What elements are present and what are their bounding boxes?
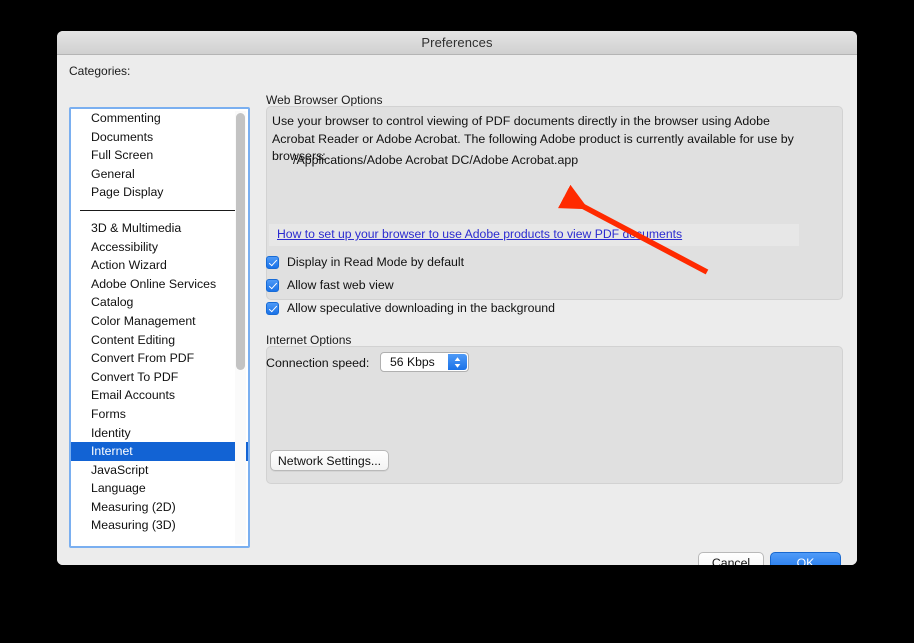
categories-listbox[interactable]: Commenting Documents Full Screen General Pag… xyxy=(69,107,250,548)
category-item-general[interactable]: General xyxy=(71,165,248,184)
category-item-commenting[interactable]: Commenting xyxy=(71,109,248,128)
network-settings-button[interactable]: Network Settings... xyxy=(270,450,389,471)
category-item-identity[interactable]: Identity xyxy=(71,424,248,443)
chevron-updown-icon[interactable] xyxy=(448,354,467,370)
categories-scrollbar-thumb[interactable] xyxy=(236,113,245,370)
category-item-accessibility[interactable]: Accessibility xyxy=(71,238,248,257)
categories-list[interactable]: Commenting Documents Full Screen General Pag… xyxy=(71,109,248,546)
web-browser-options-title: Web Browser Options xyxy=(266,93,383,107)
category-item-email-accounts[interactable]: Email Accounts xyxy=(71,386,248,405)
category-item-measuring-3d[interactable]: Measuring (3D) xyxy=(71,516,248,535)
checkbox-row-speculative-downloading[interactable]: Allow speculative downloading in the bac… xyxy=(266,300,555,316)
cancel-button[interactable]: Cancel xyxy=(698,552,764,565)
connection-speed-select[interactable]: 56 Kbps xyxy=(380,352,469,372)
acrobat-product-path: /Applications/Adobe Acrobat DC/Adobe Acr… xyxy=(293,153,579,167)
category-item-forms[interactable]: Forms xyxy=(71,405,248,424)
window-titlebar: Preferences xyxy=(57,31,857,55)
categories-label: Categories: xyxy=(69,64,131,78)
connection-speed-value: 56 Kbps xyxy=(390,355,435,369)
category-item-javascript[interactable]: JavaScript xyxy=(71,461,248,480)
category-item-documents[interactable]: Documents xyxy=(71,128,248,147)
checkbox-row-fast-web-view[interactable]: Allow fast web view xyxy=(266,277,394,293)
category-item-content-editing[interactable]: Content Editing xyxy=(71,331,248,350)
checkbox-label-fast-web-view: Allow fast web view xyxy=(287,278,394,292)
category-item-action-wizard[interactable]: Action Wizard xyxy=(71,256,248,275)
help-link-row: How to set up your browser to use Adobe … xyxy=(269,224,799,246)
category-item-page-display[interactable]: Page Display xyxy=(71,183,248,202)
browser-setup-help-link[interactable]: How to set up your browser to use Adobe … xyxy=(277,227,682,241)
category-item-language[interactable]: Language xyxy=(71,479,248,498)
window-title: Preferences xyxy=(421,35,493,50)
checkmark-icon[interactable] xyxy=(266,255,279,269)
category-item-measuring-2d[interactable]: Measuring (2D) xyxy=(71,498,248,517)
checkmark-icon[interactable] xyxy=(266,278,279,292)
categories-separator xyxy=(80,209,239,211)
dialog-content: Categories: Commenting Documents Full Scre… xyxy=(57,55,857,565)
category-item-full-screen[interactable]: Full Screen xyxy=(71,146,248,165)
category-item-adobe-online-services[interactable]: Adobe Online Services xyxy=(71,275,248,294)
category-item-catalog[interactable]: Catalog xyxy=(71,293,248,312)
categories-scrollbar[interactable] xyxy=(235,111,246,544)
category-item-3d-multimedia[interactable]: 3D & Multimedia xyxy=(71,219,248,238)
category-item-color-management[interactable]: Color Management xyxy=(71,312,248,331)
preferences-window: Preferences Categories: Commenting Docume… xyxy=(57,31,857,565)
category-item-convert-to-pdf[interactable]: Convert To PDF xyxy=(71,368,248,387)
ok-button[interactable]: OK xyxy=(770,552,841,565)
internet-options-title: Internet Options xyxy=(266,333,352,347)
checkbox-row-read-mode[interactable]: Display in Read Mode by default xyxy=(266,254,464,270)
checkmark-icon[interactable] xyxy=(266,301,279,315)
checkbox-label-speculative-downloading: Allow speculative downloading in the bac… xyxy=(287,301,555,315)
category-item-internet[interactable]: Internet xyxy=(71,442,248,461)
web-browser-options-group: Use your browser to control viewing of P… xyxy=(266,106,843,300)
checkbox-label-read-mode: Display in Read Mode by default xyxy=(287,255,465,269)
connection-speed-label: Connection speed: xyxy=(266,356,370,370)
category-item-convert-from-pdf[interactable]: Convert From PDF xyxy=(71,349,248,368)
